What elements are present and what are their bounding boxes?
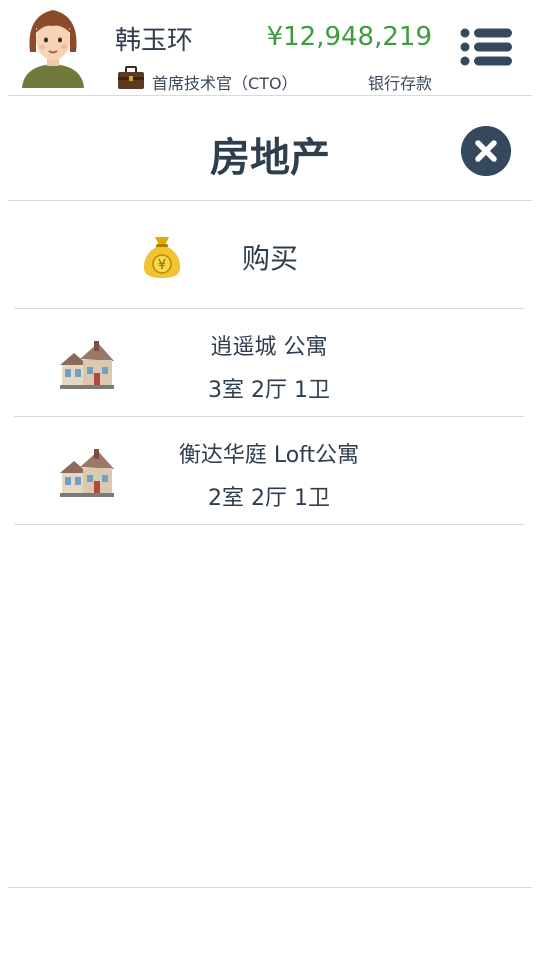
footer-divider <box>8 887 532 888</box>
property-layout: 3室 2厅 1卫 <box>208 378 330 403</box>
header-divider <box>8 95 532 96</box>
svg-text:¥: ¥ <box>158 258 166 273</box>
status-header: 韩玉环 首席技术官（CTO） ¥12,948,219 银行存款 <box>0 0 540 95</box>
property-name: 衡达华庭 Loft公寓 <box>178 443 360 468</box>
briefcase-icon <box>118 66 144 89</box>
property-item[interactable]: 衡达华庭 Loft公寓 2室 2厅 1卫 <box>14 417 524 524</box>
property-layout: 2室 2厅 1卫 <box>208 486 330 511</box>
player-name: 韩玉环 <box>115 26 194 56</box>
money-bag-icon: ¥ <box>143 237 181 278</box>
menu-icon[interactable] <box>460 27 512 67</box>
property-name: 逍遥城 公寓 <box>210 335 328 360</box>
list-divider <box>14 524 524 525</box>
close-icon[interactable] <box>461 126 511 176</box>
property-item[interactable]: 逍遥城 公寓 3室 2厅 1卫 <box>14 309 524 416</box>
avatar <box>22 10 84 88</box>
job-title: 首席技术官（CTO） <box>152 74 298 93</box>
money-label: 银行存款 <box>367 74 432 93</box>
buy-button[interactable]: ¥ 购买 <box>0 201 540 308</box>
money-amount: ¥12,948,219 <box>266 22 432 52</box>
buy-label: 购买 <box>242 242 299 275</box>
page-title: 房地产 <box>210 135 330 181</box>
